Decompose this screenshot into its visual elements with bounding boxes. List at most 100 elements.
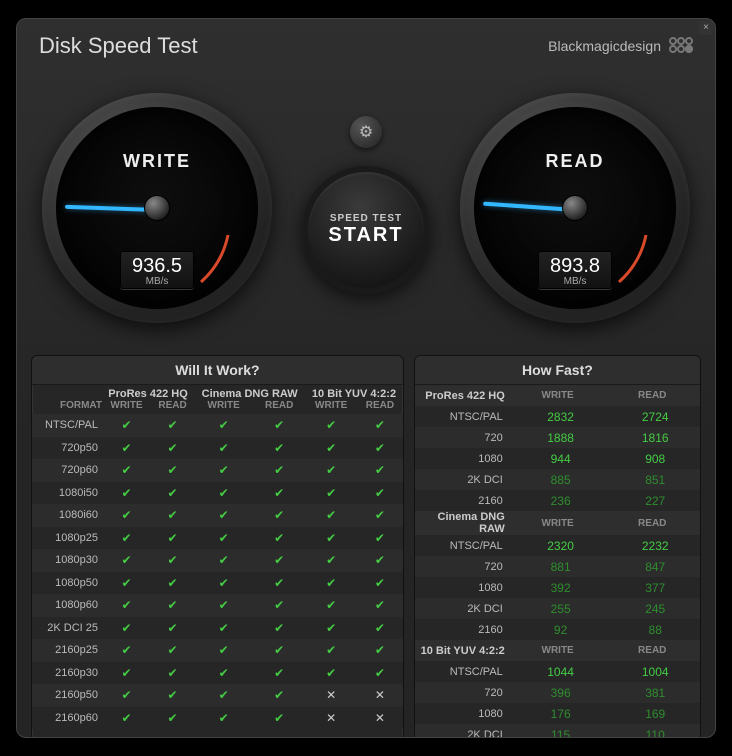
page-title: Disk Speed Test [39,33,198,59]
check-icon: ✔ [151,572,194,595]
row-read-value: 851 [610,469,700,490]
section-name: 10 Bit YUV 4:2:2 [415,640,511,661]
format-label: 2160p25 [32,639,102,662]
row-read-value: 169 [610,703,700,724]
check-icon: ✔ [151,459,194,482]
check-icon: ✔ [151,639,194,662]
will-it-work-title: Will It Work? [32,356,403,385]
will-it-work-table: ProRes 422 HQ Cinema DNG RAW 10 Bit YUV … [32,385,403,729]
close-icon[interactable]: × [699,21,713,35]
check-icon: ✔ [151,527,194,550]
table-row: 2K DCI115110 [415,724,700,738]
check-icon: ✔ [151,617,194,640]
check-icon: ✔ [194,459,253,482]
read-value: 893.8 [548,255,602,278]
check-icon: ✔ [253,437,305,460]
check-icon: ✔ [151,707,194,730]
check-icon: ✔ [194,707,253,730]
check-icon: ✔ [357,504,403,527]
col-read: READ [610,640,700,661]
row-write-value: 881 [511,556,611,577]
row-label: 1080 [415,577,511,598]
write-value-box: 936.5 MB/s [120,251,194,289]
check-icon: ✔ [253,707,305,730]
check-icon: ✔ [102,527,151,550]
check-icon: ✔ [194,414,253,437]
check-icon: ✔ [357,437,403,460]
check-icon: ✔ [102,684,151,707]
table-row: 2160p30✔✔✔✔✔✔ [32,662,403,685]
check-icon: ✔ [253,482,305,505]
check-icon: ✔ [151,437,194,460]
check-icon: ✔ [357,414,403,437]
check-icon: ✔ [357,617,403,640]
check-icon: ✔ [305,437,357,460]
row-write-value: 92 [511,619,611,640]
table-row: 1080p60✔✔✔✔✔✔ [32,594,403,617]
table-row: 1080p25✔✔✔✔✔✔ [32,527,403,550]
table-row: 720p60✔✔✔✔✔✔ [32,459,403,482]
settings-button[interactable]: ⚙ [350,116,382,148]
format-label: 1080p50 [32,572,102,595]
section-header: 10 Bit YUV 4:2:2WRITEREAD [415,640,700,661]
check-icon: ✔ [357,549,403,572]
how-fast-panel: How Fast? ProRes 422 HQWRITEREADNTSC/PAL… [414,355,701,738]
check-icon: ✔ [194,662,253,685]
check-icon: ✔ [102,459,151,482]
section-header: Cinema DNG RAWWRITEREAD [415,511,700,535]
table-row: 1080392377 [415,577,700,598]
col-read: READ [610,385,700,406]
results-area: Will It Work? ProRes 422 HQ Cinema DNG R… [17,355,715,738]
row-read-value: 381 [610,682,700,703]
check-icon: ✔ [253,549,305,572]
table-row: 2K DCI 25✔✔✔✔✔✔ [32,617,403,640]
check-icon: ✔ [305,594,357,617]
table-row: 2160p60✔✔✔✔✕✕ [32,707,403,730]
check-icon: ✔ [194,437,253,460]
table-row: 1080176169 [415,703,700,724]
check-icon: ✔ [102,549,151,572]
check-icon: ✔ [305,549,357,572]
how-fast-table: ProRes 422 HQWRITEREADNTSC/PAL2832272472… [415,385,700,738]
check-icon: ✔ [253,594,305,617]
check-icon: ✔ [102,504,151,527]
write-value: 936.5 [130,255,184,278]
table-row: NTSC/PAL23202232 [415,535,700,556]
table-row: 2K DCI255245 [415,598,700,619]
check-icon: ✔ [194,527,253,550]
format-label: 2160p50 [32,684,102,707]
check-icon: ✔ [102,639,151,662]
row-label: 2K DCI [415,724,511,738]
row-label: 720 [415,556,511,577]
table-row: NTSC/PAL10441004 [415,661,700,682]
table-row: NTSC/PAL28322724 [415,406,700,427]
sub-write-2: WRITE [305,400,357,414]
check-icon: ✔ [194,684,253,707]
start-button[interactable]: SPEED TEST START [302,166,430,294]
row-write-value: 2832 [511,406,611,427]
table-row: NTSC/PAL✔✔✔✔✔✔ [32,414,403,437]
format-label: 1080i50 [32,482,102,505]
check-icon: ✔ [102,414,151,437]
check-icon: ✔ [253,617,305,640]
check-icon: ✔ [253,572,305,595]
row-label: 2160 [415,619,511,640]
section-name: ProRes 422 HQ [415,385,511,406]
check-icon: ✔ [151,482,194,505]
check-icon: ✔ [194,572,253,595]
center-controls: ⚙ SPEED TEST START [302,116,430,294]
check-icon: ✔ [194,504,253,527]
check-icon: ✔ [305,617,357,640]
sub-read-2: READ [357,400,403,414]
brand-text: Blackmagicdesign [548,38,661,54]
x-icon: ✕ [305,684,357,707]
check-icon: ✔ [151,594,194,617]
check-icon: ✔ [102,572,151,595]
check-icon: ✔ [305,504,357,527]
table-row: 2160236227 [415,490,700,511]
check-icon: ✔ [305,639,357,662]
format-label: 1080p30 [32,549,102,572]
row-write-value: 176 [511,703,611,724]
check-icon: ✔ [305,482,357,505]
read-value-box: 893.8 MB/s [538,251,612,289]
